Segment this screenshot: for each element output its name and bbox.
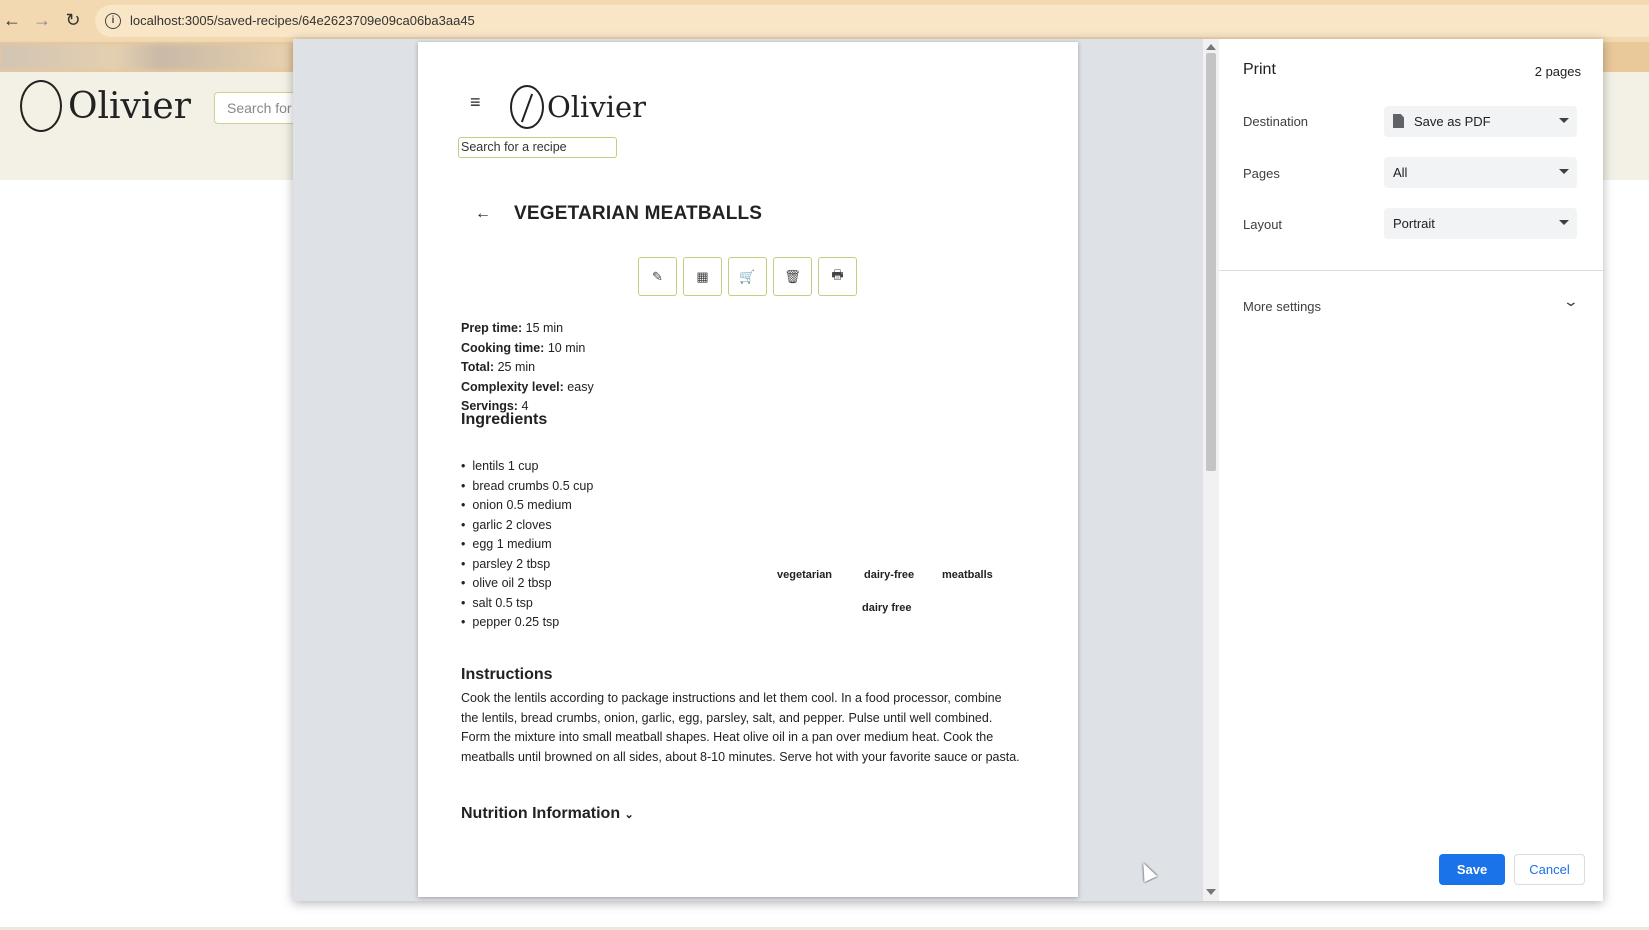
olive-branch-icon — [20, 80, 62, 132]
preview-page: ≡ Olivier Search for a recipe ← VEGETARI… — [418, 42, 1078, 897]
blurred-bookmarks — [0, 44, 290, 70]
destination-label: Destination — [1243, 114, 1309, 129]
list-item: bread crumbs 0.5 cup — [461, 477, 593, 497]
preview-scrollbar[interactable] — [1203, 39, 1219, 901]
pages-label: Pages — [1243, 166, 1280, 181]
pages-select[interactable]: All — [1384, 157, 1577, 188]
print-title: Print — [1243, 61, 1276, 78]
reload-icon[interactable]: ↻ — [61, 8, 85, 32]
list-item: parsley 2 tbsp — [461, 555, 593, 575]
chevron-down-icon[interactable]: ⌄ — [1563, 293, 1579, 310]
forward-icon[interactable]: → — [30, 8, 54, 32]
meta-complexity: Complexity level: easy — [461, 379, 594, 394]
ingredients-heading: Ingredients — [461, 411, 548, 428]
list-item: onion 0.5 medium — [461, 496, 593, 516]
trash-icon: 🗑 — [773, 257, 812, 296]
destination-select[interactable]: Save as PDF — [1384, 106, 1577, 137]
list-item: egg 1 medium — [461, 535, 593, 555]
brand-name: Olivier — [68, 85, 191, 127]
cart-icon: 🛒 — [728, 257, 767, 296]
preview-brand-name: Olivier — [547, 90, 647, 124]
page-count: 2 pages — [1534, 64, 1581, 79]
tag: meatballs — [942, 569, 993, 581]
nutrition-heading: Nutrition Information ⌄ — [461, 805, 634, 822]
print-preview-area: ≡ Olivier Search for a recipe ← VEGETARI… — [293, 39, 1203, 901]
layout-select[interactable]: Portrait — [1384, 208, 1577, 239]
print-icon: 🖶 — [818, 257, 857, 296]
edit-icon: ✎ — [638, 257, 677, 296]
list-item: lentils 1 cup — [461, 457, 593, 477]
more-settings-toggle[interactable]: More settings — [1243, 299, 1321, 314]
dropdown-arrow-icon — [1559, 118, 1569, 123]
site-search-input[interactable]: Search for — [214, 92, 304, 124]
site-info-icon[interactable]: i — [105, 13, 121, 29]
meta-cooking: Cooking time: 10 min — [461, 340, 586, 355]
list-item: salt 0.5 tsp — [461, 594, 593, 614]
cancel-button[interactable]: Cancel — [1514, 854, 1585, 885]
scroll-thumb[interactable] — [1206, 53, 1216, 471]
print-dialog: ≡ Olivier Search for a recipe ← VEGETARI… — [293, 39, 1603, 901]
back-icon[interactable]: ← — [0, 8, 24, 32]
instructions-heading: Instructions — [461, 666, 553, 683]
scroll-up-icon[interactable] — [1206, 44, 1216, 50]
dropdown-arrow-icon — [1559, 220, 1569, 225]
print-settings-panel: Print 2 pages Destination Save as PDF Pa… — [1219, 39, 1603, 901]
preview-search-input: Search for a recipe — [458, 137, 617, 158]
tag: vegetarian — [777, 569, 833, 581]
meta-total: Total: 25 min — [461, 360, 536, 374]
menu-icon: ≡ — [470, 92, 481, 112]
recipe-actions: ✎ ▦ 🛒 🗑 🖶 — [638, 257, 857, 296]
tag: dairy-free — [864, 569, 915, 581]
divider — [1219, 270, 1603, 271]
back-arrow-icon: ← — [475, 205, 491, 222]
chevron-down-icon: ⌄ — [624, 809, 634, 821]
list-item: garlic 2 cloves — [461, 516, 593, 536]
ingredients-list: lentils 1 cup bread crumbs 0.5 cup onion… — [461, 457, 593, 633]
meta-prep: Prep time: 15 min — [461, 321, 564, 335]
dropdown-arrow-icon — [1559, 169, 1569, 174]
calendar-icon: ▦ — [683, 257, 722, 296]
address-bar[interactable]: i localhost:3005/saved-recipes/64e262370… — [95, 5, 1649, 37]
layout-label: Layout — [1243, 217, 1283, 232]
recipe-title: VEGETARIAN MEATBALLS — [514, 203, 763, 224]
browser-toolbar: ← → ↻ i localhost:3005/saved-recipes/64e… — [0, 0, 1649, 42]
recipe-meta: Prep time: 15 min Cooking time: 10 min T… — [461, 319, 594, 417]
list-item: pepper 0.25 tsp — [461, 613, 593, 633]
preview-logo: Olivier — [510, 85, 646, 129]
url-text: localhost:3005/saved-recipes/64e2623709e… — [130, 13, 475, 28]
olive-branch-icon — [510, 85, 544, 129]
save-button[interactable]: Save — [1439, 854, 1505, 885]
list-item: olive oil 2 tbsp — [461, 574, 593, 594]
site-logo[interactable]: Olivier — [20, 80, 191, 132]
document-icon — [1393, 114, 1404, 128]
instructions-text: Cook the lentils according to package in… — [461, 691, 1020, 764]
scroll-down-icon[interactable] — [1206, 889, 1216, 895]
tag: dairy free — [862, 602, 912, 614]
